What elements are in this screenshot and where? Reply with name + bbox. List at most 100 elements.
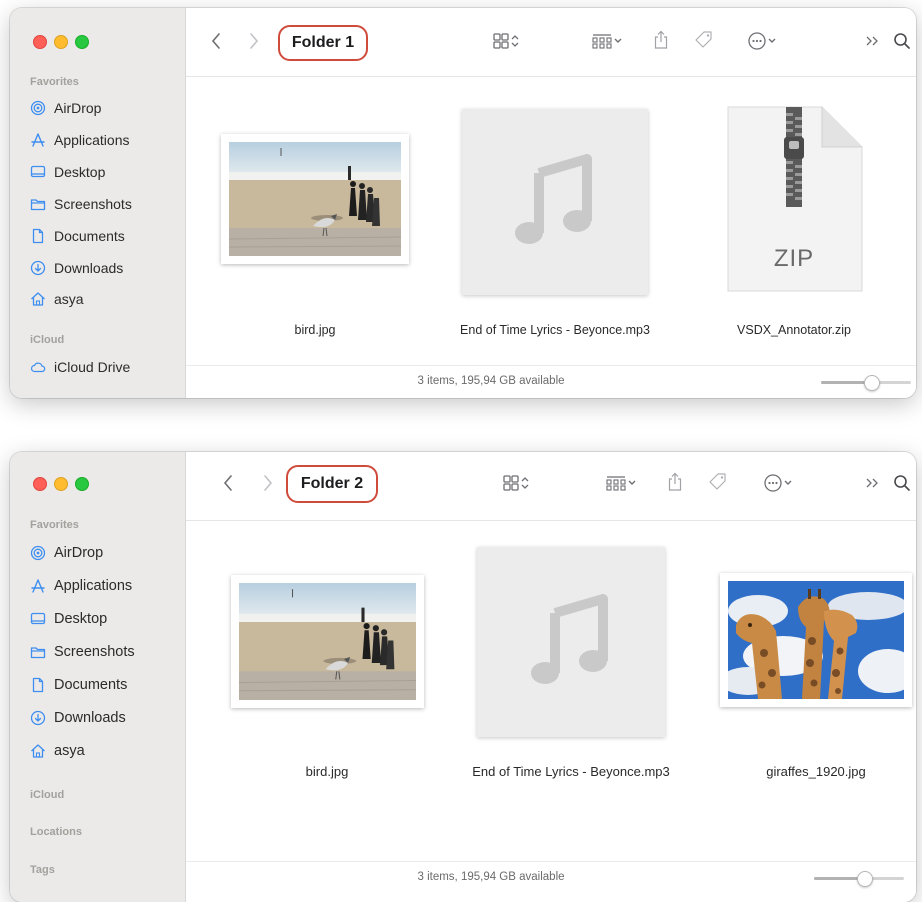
icloud-section-label[interactable]: iCloud xyxy=(30,789,64,801)
sidebar-item-downloads[interactable]: Downloads xyxy=(30,256,123,280)
sidebar-item-desktop[interactable]: Desktop xyxy=(30,607,107,631)
file-thumbnail xyxy=(221,134,409,264)
file-name: End of Time Lyrics - Beyonce.mp3 xyxy=(472,764,670,779)
sidebar-item-home[interactable]: asya xyxy=(30,287,84,311)
back-button[interactable] xyxy=(208,30,224,52)
share-button[interactable] xyxy=(664,470,686,494)
chevron-down-icon xyxy=(627,479,637,487)
desktop-icon xyxy=(30,611,46,627)
group-by-button[interactable] xyxy=(584,30,630,52)
sidebar-item-documents[interactable]: Documents xyxy=(30,224,125,248)
window-title: Folder 2 xyxy=(286,465,378,503)
folder-icon xyxy=(30,644,46,660)
tag-button[interactable] xyxy=(692,29,716,51)
beach-photo-thumbnail xyxy=(239,583,416,700)
document-icon xyxy=(30,228,46,244)
sidebar-item-applications[interactable]: Applications xyxy=(30,574,132,598)
sidebar-item-screenshots[interactable]: Screenshots xyxy=(30,192,132,216)
tags-section-label[interactable]: Tags xyxy=(30,864,55,876)
zip-badge-label: ZIP xyxy=(773,245,815,272)
search-button[interactable] xyxy=(890,29,914,53)
icon-size-slider[interactable] xyxy=(821,375,911,391)
sidebar-item-downloads[interactable]: Downloads xyxy=(30,706,126,730)
chevron-right-icon xyxy=(249,33,259,49)
tag-icon xyxy=(708,472,728,492)
slider-knob[interactable] xyxy=(856,871,873,887)
sidebar-item-airdrop[interactable]: AirDrop xyxy=(30,541,103,565)
download-icon xyxy=(30,260,46,276)
file-name: VSDX_Annotator.zip xyxy=(737,323,851,337)
sidebar-item-home[interactable]: asya xyxy=(30,739,85,763)
sidebar-item-label: AirDrop xyxy=(54,100,102,116)
sidebar-item-label: Documents xyxy=(54,677,128,693)
toolbar: Folder 2 xyxy=(186,452,916,521)
status-bar: 3 items, 195,94 GB available xyxy=(186,365,916,398)
sidebar-item-label: Screenshots xyxy=(54,644,135,660)
sidebar-item-desktop[interactable]: Desktop xyxy=(30,160,105,184)
zoom-window-button[interactable] xyxy=(75,35,89,49)
sidebar-item-label: Applications xyxy=(54,578,133,594)
search-button[interactable] xyxy=(890,471,914,495)
file-thumbnail xyxy=(720,573,912,707)
sidebar-item-label: asya xyxy=(54,291,84,307)
locations-section-label[interactable]: Locations xyxy=(30,826,82,838)
search-icon xyxy=(893,474,911,492)
desktop-icon xyxy=(30,164,46,180)
grid-view-icon xyxy=(502,474,520,492)
ellipsis-circle-icon xyxy=(747,31,767,51)
double-chevron-right-icon xyxy=(864,34,880,48)
search-icon xyxy=(893,32,911,50)
chevron-right-icon xyxy=(263,475,273,491)
home-icon xyxy=(30,291,46,307)
updown-chevron-icon xyxy=(510,34,520,48)
folder-icon xyxy=(30,196,46,212)
chevron-down-icon xyxy=(767,37,777,45)
view-mode-button[interactable] xyxy=(496,472,536,494)
close-window-button[interactable] xyxy=(33,477,47,491)
share-icon xyxy=(667,472,683,492)
applications-icon xyxy=(30,132,46,148)
group-by-button[interactable] xyxy=(598,472,644,494)
slider-knob[interactable] xyxy=(863,375,880,391)
sidebar-item-applications[interactable]: Applications xyxy=(30,128,130,152)
more-actions-button[interactable] xyxy=(742,30,782,52)
share-button[interactable] xyxy=(650,28,672,52)
minimize-window-button[interactable] xyxy=(54,35,68,49)
file-thumbnail xyxy=(231,575,424,708)
beach-photo-thumbnail xyxy=(229,142,401,256)
music-note-icon xyxy=(515,153,595,252)
sidebar-item-label: Desktop xyxy=(54,611,108,627)
grid-view-icon xyxy=(492,32,510,50)
tag-button[interactable] xyxy=(706,471,730,493)
tag-icon xyxy=(694,30,714,50)
file-name: giraffes_1920.jpg xyxy=(766,764,866,779)
back-button[interactable] xyxy=(220,472,236,494)
sidebar-item-label: AirDrop xyxy=(54,545,104,561)
view-mode-button[interactable] xyxy=(486,30,526,52)
file-grid: bird.jpg End of Time Lyrics - Beyonce.mp… xyxy=(186,77,916,398)
zoom-window-button[interactable] xyxy=(75,477,89,491)
cloud-icon xyxy=(30,359,46,375)
icon-size-slider[interactable] xyxy=(814,871,904,887)
close-window-button[interactable] xyxy=(33,35,47,49)
toolbar-overflow-button[interactable] xyxy=(862,472,882,494)
toolbar-overflow-button[interactable] xyxy=(862,30,882,52)
sidebar-item-documents[interactable]: Documents xyxy=(30,673,127,697)
sidebar: Favorites AirDrop Applications Desktop S… xyxy=(10,8,186,398)
forward-button[interactable] xyxy=(246,30,262,52)
sidebar-item-screenshots[interactable]: Screenshots xyxy=(30,640,135,664)
sidebar-item-label: Desktop xyxy=(54,164,106,180)
download-icon xyxy=(30,710,46,726)
sidebar-item-label: Downloads xyxy=(54,710,126,726)
more-actions-button[interactable] xyxy=(758,472,798,494)
file-thumbnail xyxy=(477,547,665,737)
window-title: Folder 1 xyxy=(278,25,368,61)
sidebar-item-label: Documents xyxy=(54,228,125,244)
forward-button[interactable] xyxy=(260,472,276,494)
updown-chevron-icon xyxy=(520,476,530,490)
status-text: 3 items, 195,94 GB available xyxy=(417,375,565,387)
sidebar-item-airdrop[interactable]: AirDrop xyxy=(30,96,101,120)
minimize-window-button[interactable] xyxy=(54,477,68,491)
sidebar-item-icloud-drive[interactable]: iCloud Drive xyxy=(30,355,130,379)
sidebar-item-label: Downloads xyxy=(54,260,124,276)
